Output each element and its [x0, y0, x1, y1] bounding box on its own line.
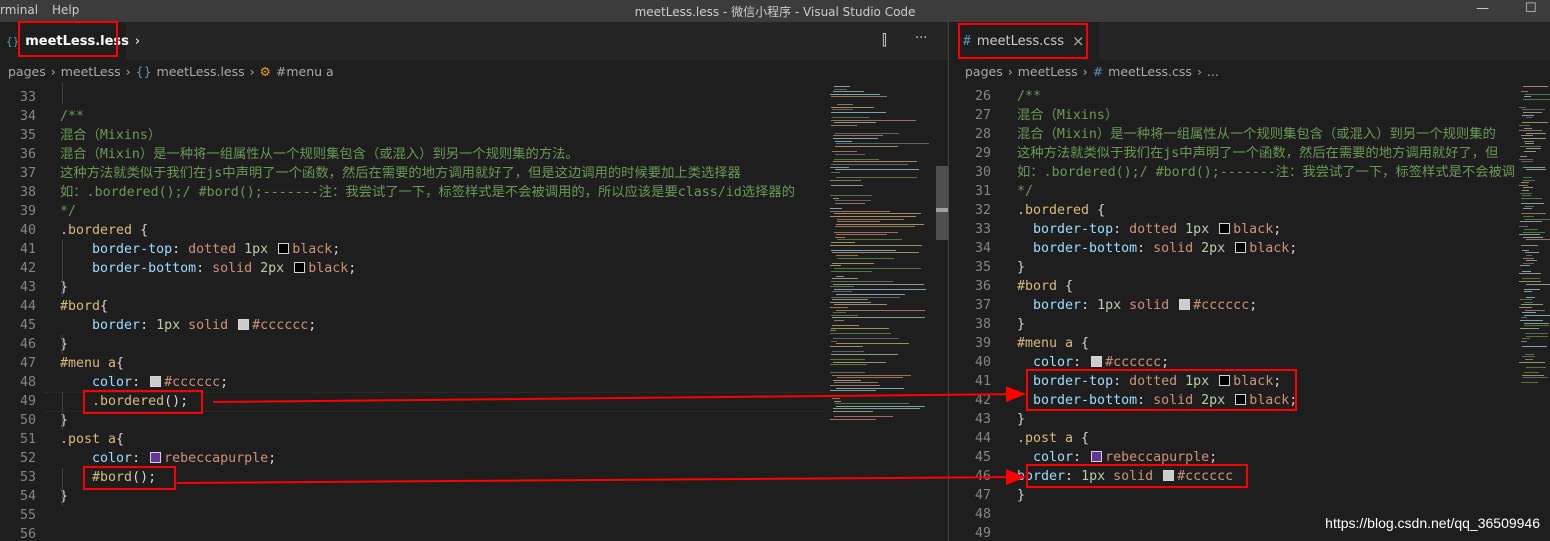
arrow-bordered-to-compiled	[212, 386, 1026, 403]
annotation-arrows	[176, 386, 1026, 486]
watermark: https://blog.csdn.net/qq_36509946	[1325, 515, 1540, 531]
arrow-bord-to-compiled	[176, 469, 1026, 486]
